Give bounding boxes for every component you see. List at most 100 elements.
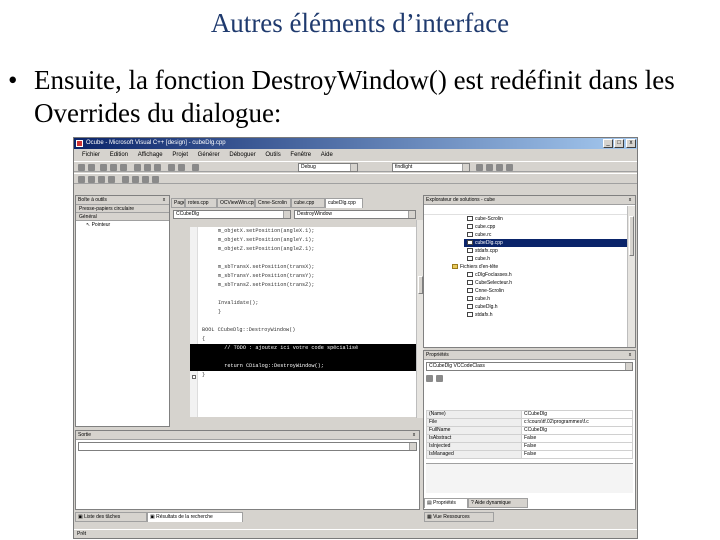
tree-item-label: cube.h [475,296,491,302]
tree-item[interactable]: cubeDlg.h [464,303,635,311]
categorized-icon[interactable] [426,375,433,382]
toolbox-icon[interactable] [506,164,513,171]
tree-item-label: stdafx.h [475,312,493,318]
tree-item[interactable]: cube.h [464,255,635,263]
menu-deboguer[interactable]: Déboguer [229,150,255,160]
output-combo[interactable] [78,442,417,451]
property-value[interactable]: CCubeDlg [521,410,633,419]
tree-item[interactable]: cube-Scrolin [464,215,635,223]
close-icon[interactable]: x [411,432,417,438]
property-row[interactable]: FullName CCubeDlg [426,426,633,435]
redo-icon[interactable] [178,164,185,171]
member-combo[interactable]: DestroyWindow [294,210,416,219]
menu-outils[interactable]: Outils [265,150,280,160]
alphabetical-icon[interactable] [436,375,443,382]
clear-bookmarks-icon[interactable] [152,176,159,183]
solution-explorer-icon[interactable] [486,164,493,171]
property-row[interactable]: IsManaged False [426,450,633,459]
paste-icon[interactable] [154,164,161,171]
save-icon[interactable] [110,164,117,171]
scrollbar-thumb[interactable] [629,216,634,256]
menu-projet[interactable]: Projet [172,150,188,160]
tree-item[interactable]: stdafx.h [464,311,635,319]
close-icon[interactable]: x [627,197,633,203]
indent-icon[interactable] [78,176,85,183]
properties-object-combo[interactable]: CCubeDlg VCCodeClass [426,362,633,371]
property-value[interactable]: c:\cours\tf.02\programmes\f.c [521,418,633,427]
property-value[interactable]: CCubeDlg [521,426,633,435]
tree-folder-headers[interactable]: Fichiers d'en-tête [424,263,635,271]
close-button[interactable]: x [626,139,636,148]
tree-item[interactable]: cube.h [464,295,635,303]
tab-rotes-cpp[interactable]: rotes.cpp [185,198,217,208]
toolbox-clipboard-section[interactable]: Presse-papiers circulaire [76,205,169,213]
tree-item-label: cube.cpp [475,224,496,230]
outdent-icon[interactable] [88,176,95,183]
add-item-icon[interactable] [88,164,95,171]
minimize-button[interactable]: _ [603,139,613,148]
configuration-combo[interactable]: Debug [298,163,358,172]
tab-search-results[interactable]: ▣ Résultats de la recherche [147,512,243,522]
tree-item-selected[interactable]: cubeDlg.cpp [464,239,635,247]
tab-properties[interactable]: ▤ Propriétés [424,498,468,508]
tree-item[interactable]: cube.cpp [464,223,635,231]
uncomment-icon[interactable] [108,176,115,183]
tab-resource-view[interactable]: ▦ Vue Ressources [424,512,494,522]
copy-icon[interactable] [144,164,151,171]
tab-ocviewwin-cpp[interactable]: OCViewWin.cpp [217,198,255,208]
tree-folder-label: Fichiers d'en-tête [460,264,499,270]
undo-icon[interactable] [168,164,175,171]
code-line: m_objetZ.setPosition(angleZ.1); [218,246,315,252]
tree-item[interactable]: Cnne-Scrolin [464,287,635,295]
new-project-icon[interactable] [78,164,85,171]
property-value[interactable]: False [521,434,633,443]
open-icon[interactable] [100,164,107,171]
properties-icon[interactable] [496,164,503,171]
menu-edition[interactable]: Edition [110,150,128,160]
close-icon[interactable]: x [161,197,167,203]
prev-bookmark-icon[interactable] [142,176,149,183]
bookmark-icon[interactable] [122,176,129,183]
tab-dynamic-help[interactable]: ? Aide dynamique [468,498,528,508]
menu-fichier[interactable]: Fichier [82,150,100,160]
close-icon[interactable]: x [627,352,633,358]
tab-start-page[interactable]: Page de démarrage [171,198,185,208]
tab-task-list[interactable]: ▣ Liste des tâches [75,512,147,522]
toolbox-general-section[interactable]: Général [76,213,169,221]
find-icon[interactable] [476,164,483,171]
code-line-highlighted [190,353,416,362]
tree-item[interactable]: stdafx.cpp [464,247,635,255]
run-icon[interactable] [192,164,199,171]
next-bookmark-icon[interactable] [132,176,139,183]
tree-item-label: cube.h [475,256,491,262]
save-all-icon[interactable] [120,164,127,171]
maximize-button[interactable]: □ [614,139,624,148]
tree-item[interactable]: cDlgFoclasses.h [464,271,635,279]
menu-affichage[interactable]: Affichage [138,150,163,160]
tab-cubedlg-cpp[interactable]: cubeDlg.cpp [325,198,363,208]
toolbox-pointer-item[interactable]: ↖ Pointeur [76,221,169,229]
solution-scrollbar[interactable] [627,206,635,347]
tree-item[interactable]: CubeSelecteur.h [464,279,635,287]
property-row[interactable]: File c:\cours\tf.02\programmes\f.c [426,418,633,427]
property-value[interactable]: False [521,450,633,459]
cut-icon[interactable] [134,164,141,171]
find-combo[interactable]: findlight [392,163,470,172]
menu-bar: Fichier Edition Affichage Projet Générer… [74,150,637,160]
code-editor[interactable]: m_objetX.setPosition(angleX.1); m_objetY… [190,227,416,417]
property-row[interactable]: IsAbstract False [426,434,633,443]
tab-cube-cpp[interactable]: cube.cpp [291,198,325,208]
window-titlebar[interactable]: Ocube - Microsoft Visual C++ [design] - … [74,138,637,149]
menu-fenetre[interactable]: Fenêtre [290,150,311,160]
property-value[interactable]: False [521,442,633,451]
class-combo[interactable]: CCubeDlg [173,210,291,219]
comment-icon[interactable] [98,176,105,183]
menu-generer[interactable]: Générer [198,150,220,160]
properties-grid: (Name) CCubeDlg File c:\cours\tf.02\progra… [426,410,633,459]
property-row[interactable]: IsInjected False [426,442,633,451]
tab-cnne-scrolin[interactable]: Cnne-Scrolin [255,198,291,208]
solution-explorer-toolbar [424,205,635,215]
property-row[interactable]: (Name) CCubeDlg [426,410,633,419]
menu-aide[interactable]: Aide [321,150,333,160]
tree-item[interactable]: cube.rc [464,231,635,239]
